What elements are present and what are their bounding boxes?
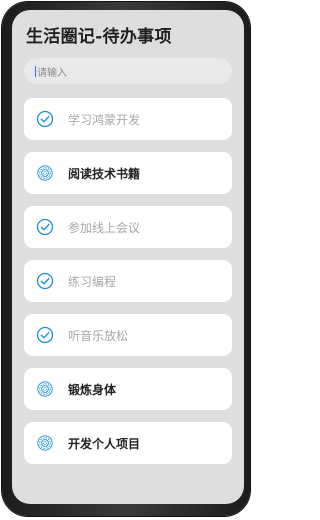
- todo-item[interactable]: 练习编程: [24, 260, 232, 302]
- pending-circle-icon[interactable]: [36, 164, 54, 182]
- todo-label: 锻炼身体: [68, 382, 117, 397]
- todo-item[interactable]: 锻炼身体: [24, 368, 232, 410]
- check-circle-icon[interactable]: [36, 218, 54, 236]
- todo-label: 练习编程: [68, 274, 117, 289]
- pending-circle-icon[interactable]: [36, 434, 54, 452]
- todo-item[interactable]: 听音乐放松: [24, 314, 232, 356]
- search-placeholder: 请输入: [37, 67, 67, 79]
- todo-item[interactable]: 学习鸿蒙开发: [24, 98, 232, 140]
- todo-label: 学习鸿蒙开发: [68, 112, 141, 127]
- todo-label: 阅读技术书籍: [68, 166, 141, 181]
- pending-circle-icon[interactable]: [36, 380, 54, 398]
- check-circle-icon[interactable]: [36, 272, 54, 290]
- todo-item[interactable]: 参加线上会议: [24, 206, 232, 248]
- todo-item[interactable]: 阅读技术书籍: [24, 152, 232, 194]
- check-circle-icon[interactable]: [36, 110, 54, 128]
- text-cursor: [35, 65, 36, 77]
- todo-label: 听音乐放松: [68, 328, 129, 343]
- search-input[interactable]: 请输入: [24, 58, 232, 84]
- device-frame: 生活圈记-待办事项 请输入 学习鸿蒙开发 阅读技术书籍 参加线上会议 练习编程 …: [2, 2, 250, 516]
- page-title: 生活圈记-待办事项: [26, 27, 172, 47]
- todo-item[interactable]: 开发个人项目: [24, 422, 232, 464]
- app-screen: 生活圈记-待办事项 请输入 学习鸿蒙开发 阅读技术书籍 参加线上会议 练习编程 …: [12, 10, 244, 504]
- check-circle-icon[interactable]: [36, 326, 54, 344]
- todo-label: 开发个人项目: [68, 436, 141, 451]
- todo-list: 学习鸿蒙开发 阅读技术书籍 参加线上会议 练习编程 听音乐放松 锻炼身体 开发个…: [24, 98, 232, 476]
- todo-label: 参加线上会议: [68, 220, 141, 235]
